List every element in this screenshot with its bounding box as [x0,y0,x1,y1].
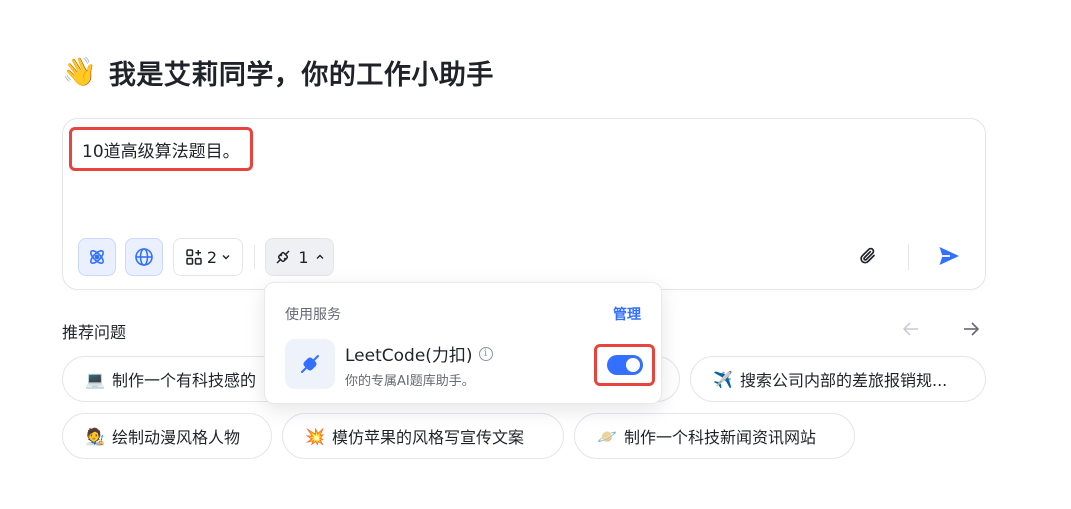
services-section-label: 使用服务 [285,307,341,323]
planet-icon: 🪐 [597,426,617,446]
chat-composer: 10道高级算法题目。 2 1 [62,118,986,290]
suggestion-label: 绘制动漫风格人物 [112,428,241,447]
send-icon [937,244,961,272]
toolbar-divider [254,245,255,269]
apps-count: 2 [206,247,218,267]
manage-link[interactable]: 管理 [613,304,641,324]
service-name-label: LeetCode(力扣) [345,346,473,366]
send-button[interactable] [931,240,967,276]
atom-icon [87,247,107,267]
prev-arrow-icon[interactable] [898,316,924,342]
chat-input[interactable]: 10道高级算法题目。 [69,127,253,171]
next-arrow-icon[interactable] [958,316,984,342]
recommended-title: 推荐问题 [62,323,127,342]
suggestion-chip[interactable]: ✈️ 搜索公司内部的差旅报销规... [690,356,986,402]
suggestion-label: 搜索公司内部的差旅报销规... [740,371,948,390]
greeting: 👋 我是艾莉同学，你的工作小助手 [62,52,494,92]
send-divider [908,244,909,270]
airplane-icon: ✈️ [713,369,733,389]
artist-icon: 🧑‍🎨 [85,426,105,446]
web-search-button[interactable] [125,238,163,276]
toggle-knob [625,358,640,372]
chevron-up-icon [315,252,325,262]
service-description: 你的专属AI题库助手。 [345,374,475,389]
plugins-button[interactable]: 1 [265,238,334,276]
service-name: LeetCode(力扣) i [345,341,493,366]
chevron-down-icon [221,252,231,262]
suggestion-label: 制作一个科技新闻资讯网站 [624,428,817,447]
plugins-count: 1 [298,247,309,267]
service-toggle-highlight [594,344,655,386]
laptop-icon: 💻 [85,369,105,389]
globe-icon [134,247,154,267]
attach-file-button[interactable] [850,240,886,276]
collision-icon: 💥 [305,426,325,446]
service-plug-icon [285,339,335,389]
suggestion-chip[interactable]: 🧑‍🎨 绘制动漫风格人物 [62,413,272,459]
info-icon[interactable]: i [478,346,493,361]
suggestion-label: 制作一个有科技感的 [112,371,257,390]
page-title: 我是艾莉同学，你的工作小助手 [108,59,494,91]
apps-button[interactable]: 2 [173,238,243,276]
agent-mode-button[interactable] [78,238,116,276]
paperclip-icon [857,245,879,271]
services-popup: 使用服务 管理 LeetCode(力扣) i 你的专属AI题库助手。 [264,282,662,404]
plug-icon [274,248,292,266]
suggestion-chip[interactable]: 🪐 制作一个科技新闻资讯网站 [574,413,855,459]
waving-hand-icon: 👋 [62,55,97,88]
service-toggle[interactable] [606,355,643,375]
apps-grid-icon [185,248,203,266]
suggestion-chip[interactable]: 💥 模仿苹果的风格写宣传文案 [282,413,564,459]
suggestion-label: 模仿苹果的风格写宣传文案 [332,428,525,447]
